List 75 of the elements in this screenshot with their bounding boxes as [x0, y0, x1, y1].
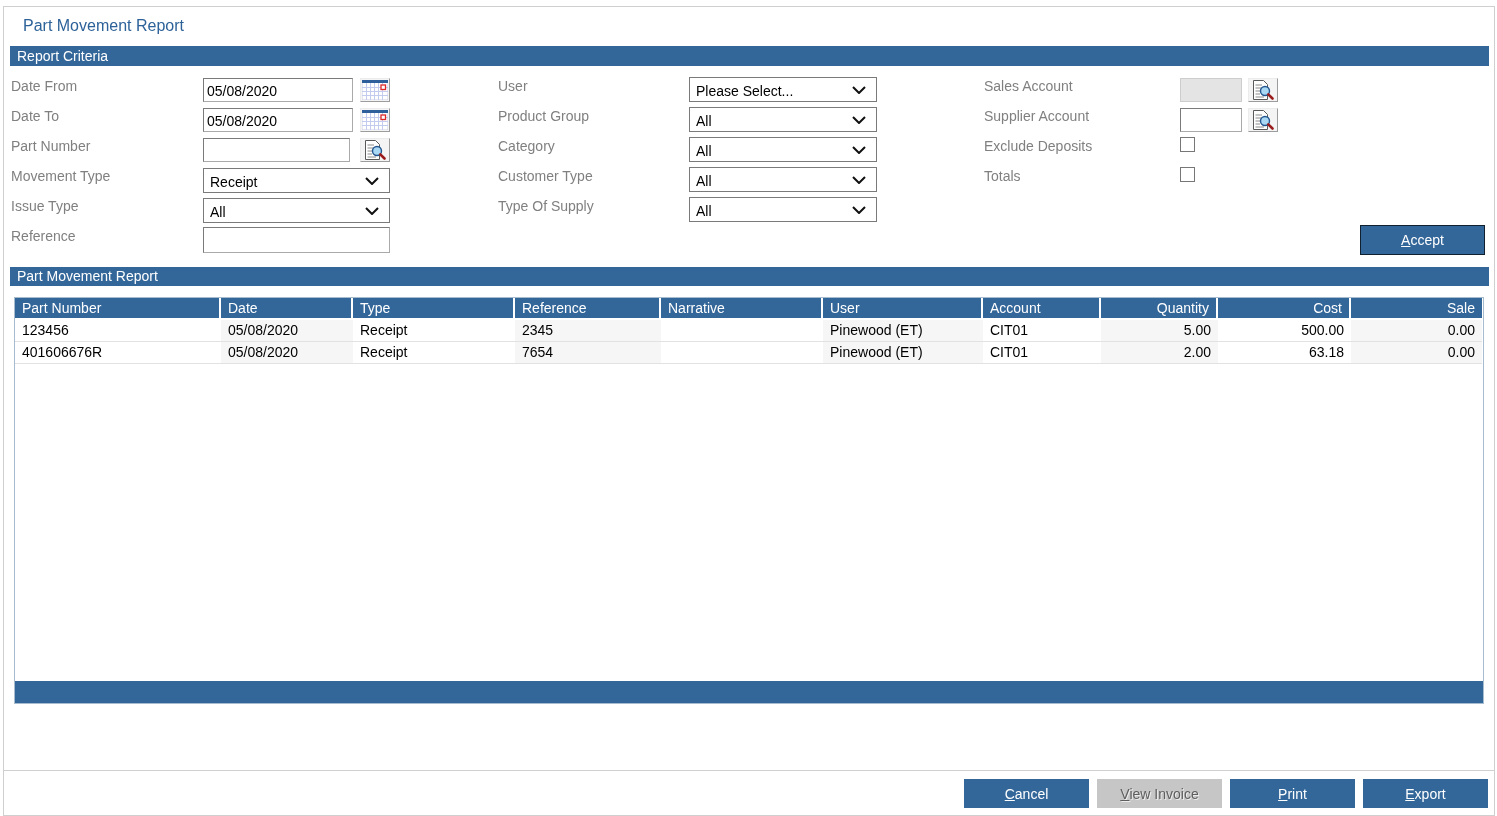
field-label: Issue Type [11, 198, 79, 214]
input-field[interactable] [203, 138, 350, 162]
chevron-down-icon [852, 115, 866, 124]
page-title: Part Movement Report [23, 17, 184, 34]
section-header: Report Criteria [10, 46, 1489, 66]
chevron-down-icon [852, 175, 866, 184]
field-label: Date To [11, 108, 59, 124]
action-button[interactable]: Print [1230, 779, 1355, 808]
column-header: Reference [515, 298, 661, 320]
column-header: Account [983, 298, 1101, 320]
field-label: Movement Type [11, 168, 111, 184]
table-cell: 123456 [15, 320, 221, 342]
action-button[interactable]: Export [1363, 779, 1488, 808]
section-header: Part Movement Report [10, 267, 1489, 286]
dropdown[interactable]: All [689, 107, 877, 132]
document-magnifier-icon [364, 140, 386, 160]
table-cell: 0.00 [1351, 342, 1482, 364]
calendar-icon [362, 110, 388, 130]
column-header: Cost [1218, 298, 1351, 320]
chevron-down-icon [852, 145, 866, 154]
chevron-down-icon [365, 176, 379, 185]
document-magnifier-icon [1252, 110, 1274, 130]
field-label: Part Number [11, 138, 91, 154]
field-label: User [498, 78, 528, 94]
calendar-button[interactable] [360, 78, 390, 102]
checkbox[interactable] [1180, 167, 1195, 182]
field-label: Exclude Deposits [984, 138, 1093, 154]
field-label: Customer Type [498, 168, 593, 184]
column-header: Quantity [1101, 298, 1218, 320]
accept-button[interactable]: Accept [1360, 225, 1485, 255]
field-label: Totals [984, 168, 1021, 184]
table-cell: Pinewood (ET) [823, 320, 983, 342]
table-cell: Pinewood (ET) [823, 342, 983, 364]
field-label: Supplier Account [984, 108, 1090, 124]
table-cell: 401606676R [15, 342, 221, 364]
field-label: Type Of Supply [498, 198, 594, 214]
table-cell: 7654 [515, 342, 661, 364]
chevron-down-icon [852, 85, 866, 94]
column-header: Type [353, 298, 515, 320]
dropdown[interactable]: All [689, 167, 877, 192]
calendar-button[interactable] [360, 108, 390, 132]
calendar-icon [362, 80, 388, 100]
table-cell: 05/08/2020 [221, 342, 353, 364]
chevron-down-icon [365, 206, 379, 215]
checkbox[interactable] [1180, 137, 1195, 152]
column-header: Part Number [15, 298, 221, 320]
date-field[interactable]: 05/08/2020 [203, 78, 353, 102]
field-label: Sales Account [984, 78, 1073, 94]
lookup-button[interactable] [360, 138, 390, 162]
table-cell: 5.00 [1101, 320, 1218, 342]
field-label: Product Group [498, 108, 590, 124]
action-button[interactable]: Cancel [964, 779, 1089, 808]
field-label: Category [498, 138, 555, 154]
input-field[interactable] [203, 227, 390, 253]
dropdown[interactable]: All [689, 137, 877, 162]
column-header: Date [221, 298, 353, 320]
column-header: Sale [1351, 298, 1482, 320]
table-cell: 2.00 [1101, 342, 1218, 364]
field-label: Reference [11, 228, 76, 244]
dropdown[interactable]: All [203, 198, 390, 223]
table-cell: 05/08/2020 [221, 320, 353, 342]
column-header: Narrative [661, 298, 823, 320]
dropdown[interactable]: Receipt [203, 168, 390, 193]
dropdown[interactable]: Please Select... [689, 77, 877, 102]
document-magnifier-icon [1252, 80, 1274, 100]
lookup-button[interactable] [1248, 108, 1278, 132]
field-label: Date From [11, 78, 78, 94]
table-cell: 0.00 [1351, 320, 1482, 342]
column-header: User [823, 298, 983, 320]
date-field[interactable]: 05/08/2020 [203, 108, 353, 132]
chevron-down-icon [852, 205, 866, 214]
table-cell: 2345 [515, 320, 661, 342]
input-field[interactable] [1180, 108, 1242, 132]
dropdown[interactable]: All [689, 197, 877, 222]
lookup-button[interactable] [1248, 78, 1278, 102]
